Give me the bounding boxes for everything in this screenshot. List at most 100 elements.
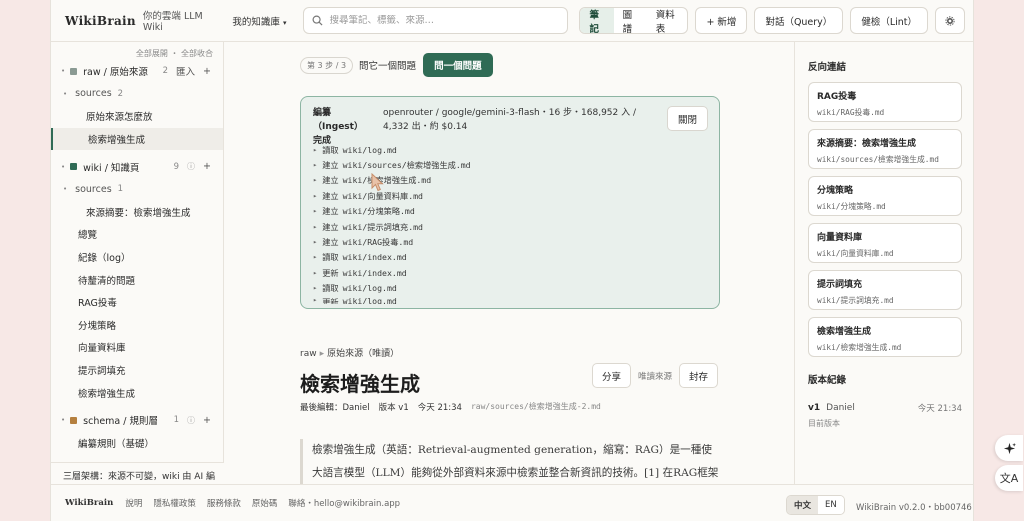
- tree-item[interactable]: 紀錄（log）: [51, 246, 223, 269]
- backlink-path: wiki/檢索增強生成.md: [817, 343, 902, 352]
- ingest-step[interactable]: ▸ 建立 wiki/RAG投毒.md: [313, 234, 693, 249]
- ingest-step[interactable]: ▸ 讀取 wiki/log.md: [313, 142, 693, 157]
- breadcrumb-separator: ▸: [319, 349, 325, 359]
- ingest-step[interactable]: ▸ 更新 wiki/index.md: [313, 265, 693, 280]
- section-count: 9: [173, 161, 180, 172]
- step-verb: 建立: [322, 206, 339, 217]
- footer-link-privacy[interactable]: 隱私權政策: [153, 497, 196, 509]
- folder-sources[interactable]: • sources 1: [51, 178, 223, 201]
- app-logo[interactable]: WikiBrain: [65, 14, 136, 28]
- breadcrumb-root[interactable]: raw: [300, 349, 317, 359]
- footer-link-help[interactable]: 說明: [125, 497, 142, 509]
- ask-question-button[interactable]: 問一個問題: [423, 53, 493, 77]
- tree-item-selected[interactable]: 檢索增強生成: [51, 127, 223, 151]
- lang-zh[interactable]: 中文: [787, 496, 819, 514]
- section-schema[interactable]: • schema / 規則層 1 ⓘ +: [51, 409, 223, 432]
- ingest-step[interactable]: ▸ 建立 wiki/分塊策略.md: [313, 204, 693, 219]
- backlink-card[interactable]: 來源摘要：檢索增強生成 wiki/sources/檢索增強生成.md: [808, 129, 962, 169]
- plus-icon[interactable]: +: [203, 161, 211, 172]
- settings-button[interactable]: [935, 7, 965, 34]
- gear-icon: [945, 15, 955, 26]
- footer: WikiBrain 說明 隱私權政策 服務條款 原始碼 聯絡・hello@wik…: [51, 484, 973, 521]
- tree-item[interactable]: 總覽: [51, 223, 223, 246]
- tab-notes[interactable]: 筆記: [580, 8, 614, 33]
- chat-button[interactable]: 對話（Query）: [754, 7, 844, 34]
- search-box[interactable]: [303, 7, 569, 34]
- backlink-card[interactable]: RAG投毒 wiki/RAG投毒.md: [808, 82, 962, 122]
- ingest-step[interactable]: ▸ 讀取 wiki/log.md: [313, 281, 693, 296]
- ingest-step[interactable]: ▸ 建立 wiki/sources/檢索增強生成.md: [313, 157, 693, 172]
- folder-sources[interactable]: • sources 2: [51, 83, 223, 106]
- footer-link-contact[interactable]: 聯絡・hello@wikibrain.app: [288, 497, 400, 509]
- dot-separator: ・: [170, 49, 181, 58]
- breadcrumb-leaf[interactable]: 原始來源（唯讀）: [327, 349, 399, 359]
- section-raw[interactable]: • raw / 原始來源 2 匯入 +: [51, 60, 223, 83]
- tree-item[interactable]: 待釐清的問題: [51, 268, 223, 291]
- ingest-step[interactable]: ▸ 更新 wiki/log.md: [313, 296, 693, 304]
- tree-item[interactable]: 來源摘要：檢索增強生成: [51, 201, 223, 224]
- triangle-right-icon: ▸: [313, 145, 318, 154]
- version-number: v1: [808, 403, 821, 413]
- lint-button[interactable]: 健檢（Lint）: [850, 7, 928, 34]
- info-icon[interactable]: ⓘ: [187, 161, 195, 172]
- step-verb: 建立: [322, 221, 339, 232]
- version-label: 版本 v1: [378, 403, 409, 413]
- tree-item[interactable]: 原始來源怎麼放: [51, 105, 223, 128]
- import-button[interactable]: 匯入: [176, 64, 195, 78]
- section-color-dot: [70, 163, 78, 171]
- right-sidebar: 反向連結 RAG投毒 wiki/RAG投毒.md 來源摘要：檢索增強生成 wiki/…: [794, 42, 973, 484]
- archive-button[interactable]: 封存: [679, 363, 719, 388]
- plus-icon[interactable]: +: [203, 415, 211, 426]
- ingest-meta: openrouter / google/gemini-3-flash・16 步・…: [383, 108, 637, 132]
- ingest-step[interactable]: ▸ 建立 wiki/檢索增強生成.md: [313, 173, 693, 188]
- translate-button[interactable]: 文A: [995, 465, 1023, 491]
- ingest-step[interactable]: ▸ 建立 wiki/提示詞填充.md: [313, 219, 693, 234]
- ingest-step-list: ▸ 讀取 wiki/log.md ▸ 建立 wiki/sources/檢索增強生成.md…: [313, 142, 693, 304]
- plus-icon[interactable]: +: [203, 66, 211, 77]
- backlink-path: wiki/分塊策略.md: [817, 202, 886, 211]
- tree-item[interactable]: 編纂規則（基礎）: [51, 432, 223, 455]
- tab-graph[interactable]: 圖譜: [614, 8, 647, 34]
- tree-item[interactable]: 檢索增強生成: [51, 381, 223, 404]
- step-verb: 讀取: [322, 144, 339, 155]
- footer-link-source[interactable]: 原始碼: [252, 497, 278, 509]
- ai-sparkle-button[interactable]: [995, 435, 1023, 461]
- expand-all-link[interactable]: 全部展開: [136, 49, 168, 58]
- backlink-card[interactable]: 分塊策略 wiki/分塊策略.md: [808, 176, 962, 216]
- triangle-right-icon: ▸: [313, 161, 318, 170]
- step-verb: 建立: [322, 190, 339, 201]
- tree-item[interactable]: 分塊策略: [51, 314, 223, 337]
- step-verb: 更新: [322, 296, 339, 304]
- tab-table[interactable]: 資料表: [647, 8, 688, 34]
- search-icon: [312, 15, 323, 26]
- tree-item[interactable]: 向量資料庫: [51, 336, 223, 359]
- search-input[interactable]: [329, 15, 560, 26]
- backlink-card[interactable]: 提示詞填充 wiki/提示詞填充.md: [808, 270, 962, 310]
- version-entry[interactable]: v1 Daniel 今天 21:34 目前版本: [795, 402, 973, 429]
- breadcrumb: raw ▸ 原始來源（唯讀）: [300, 346, 399, 359]
- triangle-right-icon: ▸: [313, 284, 318, 293]
- ingest-step[interactable]: ▸ 讀取 wiki/index.md: [313, 250, 693, 265]
- tree-item[interactable]: RAG投毒: [51, 291, 223, 314]
- triangle-right-icon: ▸: [313, 295, 318, 304]
- section-label: raw / 原始來源: [83, 67, 148, 79]
- backlink-card[interactable]: 檢索增強生成 wiki/檢索增強生成.md: [808, 317, 962, 357]
- info-icon[interactable]: ⓘ: [187, 415, 195, 426]
- tree-item[interactable]: 提示詞填充: [51, 359, 223, 382]
- workspace-switcher[interactable]: 我的知識庫 ▾: [232, 14, 286, 28]
- collapse-all-link[interactable]: 全部收合: [181, 49, 213, 58]
- caret-icon: •: [61, 162, 66, 171]
- footer-logo[interactable]: WikiBrain: [65, 498, 113, 508]
- ingest-step[interactable]: ▸ 建立 wiki/向量資料庫.md: [313, 188, 693, 203]
- section-wiki[interactable]: • wiki / 知識頁 9 ⓘ +: [51, 155, 223, 178]
- triangle-right-icon: ▸: [313, 253, 318, 262]
- share-button[interactable]: 分享: [592, 363, 632, 388]
- ask-other-link[interactable]: 問它一個問題: [359, 58, 416, 72]
- lang-en[interactable]: EN: [818, 496, 844, 514]
- chevron-down-icon: ▾: [282, 18, 287, 27]
- version-date: 今天 21:34: [917, 404, 962, 414]
- backlink-card[interactable]: 向量資料庫 wiki/向量資料庫.md: [808, 223, 962, 263]
- new-button[interactable]: + 新增: [695, 7, 748, 34]
- close-button[interactable]: 關閉: [667, 106, 708, 131]
- footer-link-terms[interactable]: 服務條款: [207, 497, 241, 509]
